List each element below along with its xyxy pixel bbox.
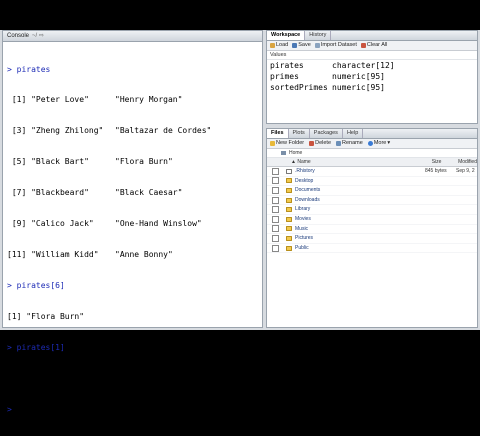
chevron-down-icon: ▾	[387, 140, 391, 146]
console-command: > pirates[1]	[7, 342, 65, 352]
console-output-row: [1] "Peter Love" "Henry Morgan"	[7, 95, 183, 105]
file-checkbox[interactable]	[272, 167, 279, 175]
file-row[interactable]: Library	[267, 205, 477, 215]
file-name[interactable]: Downloads	[295, 196, 425, 205]
tab-history[interactable]: History	[305, 31, 332, 40]
save-icon	[292, 43, 298, 48]
delete-icon	[309, 141, 315, 146]
file-size: 845 bytes	[425, 168, 447, 174]
files-pane: Files Plots Packages Help New Folder Del…	[266, 128, 478, 328]
workspace-toolbar: Load Save Import Dataset Clear All	[267, 41, 477, 51]
rename-button[interactable]: Rename	[336, 139, 363, 148]
clear-all-button[interactable]: Clear All	[360, 41, 387, 50]
file-checkbox[interactable]	[272, 244, 279, 252]
text-cursor	[13, 404, 15, 414]
tab-packages[interactable]: Packages	[310, 129, 343, 138]
console-output-row: [3] "Zheng Zhilong" "Baltazar de Cordes"	[7, 126, 212, 136]
file-checkbox[interactable]	[272, 215, 279, 223]
home-icon	[281, 151, 286, 155]
file-name[interactable]: Library	[295, 205, 425, 214]
document-icon	[286, 168, 292, 174]
gear-icon	[367, 141, 373, 146]
column-size[interactable]: Size	[432, 158, 458, 166]
console-command: > pirates	[7, 64, 51, 74]
console-output-row: [5] "Black Bart" "Flora Burn"	[7, 157, 173, 167]
column-name[interactable]: ▲ Name	[267, 158, 432, 166]
rstudio-window: Console ~/ ⇨ > pirates [1] "Peter Love" "…	[0, 30, 480, 414]
tab-help[interactable]: Help	[343, 129, 364, 138]
file-name[interactable]: Music	[295, 225, 425, 234]
load-icon	[270, 43, 275, 48]
file-name[interactable]: Desktop	[295, 177, 425, 186]
console-title: Console	[7, 33, 30, 39]
file-checkbox[interactable]	[272, 196, 279, 204]
console-output-line: [1] "Flora Burn"	[7, 311, 85, 321]
folder-icon	[286, 226, 292, 232]
values-section-label: Values	[267, 51, 477, 60]
folder-icon	[286, 187, 292, 193]
folder-icon	[286, 207, 292, 213]
console-output[interactable]: > pirates [1] "Peter Love" "Henry Morgan"…	[3, 42, 262, 436]
file-row[interactable]: Movies	[267, 215, 477, 225]
files-tabs: Files Plots Packages Help	[267, 129, 477, 139]
file-row[interactable]: Downloads	[267, 196, 477, 206]
file-checkbox[interactable]	[272, 225, 279, 233]
console-output-row: [9] "Calico Jack" "One-Hand Winslow"	[7, 219, 202, 229]
console-prompt-line[interactable]: >	[7, 404, 262, 415]
console-output-row: [7] "Blackbeard" "Black Caesar"	[7, 188, 183, 198]
breadcrumb: Home	[267, 149, 477, 158]
folder-icon	[286, 216, 292, 222]
workspace-pane: Workspace History Load Save Import Datas…	[266, 30, 478, 124]
tab-plots[interactable]: Plots	[289, 129, 310, 138]
variable-row[interactable]: primes numeric[95]	[267, 71, 477, 82]
variable-row[interactable]: pirates character[12]	[267, 60, 477, 71]
file-name[interactable]: Documents	[295, 186, 425, 195]
variable-row[interactable]: sortedPrimes numeric[95]	[267, 82, 477, 93]
console-pane[interactable]: Console ~/ ⇨ > pirates [1] "Peter Love" "…	[2, 30, 263, 414]
tab-files[interactable]: Files	[267, 129, 289, 138]
column-modified[interactable]: Modified	[458, 158, 477, 166]
file-row[interactable]: Documents	[267, 186, 477, 196]
file-list-header: ▲ Name Size Modified	[267, 158, 477, 167]
file-row[interactable]: Music	[267, 225, 477, 235]
console-output-row: [11] "William Kidd" "Anne Bonny"	[7, 249, 173, 259]
file-row[interactable]: Desktop	[267, 177, 477, 187]
file-name[interactable]: Movies	[295, 215, 425, 224]
import-icon	[314, 43, 320, 48]
breadcrumb-home[interactable]: Home	[289, 149, 302, 157]
console-output-line: [1] "Peter Love"	[7, 373, 85, 383]
console-command: > pirates[6]	[7, 280, 65, 290]
import-dataset-button[interactable]: Import Dataset	[314, 41, 357, 50]
console-path[interactable]: ~/ ⇨	[32, 31, 44, 41]
new-folder-button[interactable]: New Folder	[270, 139, 304, 148]
file-row[interactable]: .Rhistory 845 bytes Sep 9, 2	[267, 167, 477, 177]
file-row[interactable]: Pictures	[267, 234, 477, 244]
more-button[interactable]: More ▾	[367, 139, 391, 148]
clear-icon	[360, 43, 366, 48]
workspace-tabs: Workspace History	[267, 31, 477, 41]
folder-icon	[286, 197, 292, 203]
new-folder-icon	[270, 141, 275, 146]
file-checkbox[interactable]	[272, 234, 279, 242]
files-toolbar: New Folder Delete Rename More ▾	[267, 139, 477, 149]
file-row[interactable]: Public	[267, 244, 477, 254]
tab-workspace[interactable]: Workspace	[267, 31, 306, 40]
rename-icon	[336, 141, 342, 146]
folder-icon	[286, 245, 292, 251]
delete-button[interactable]: Delete	[309, 139, 331, 148]
file-list: .Rhistory 845 bytes Sep 9, 2 Desktop Documen…	[267, 167, 477, 254]
file-checkbox[interactable]	[272, 186, 279, 194]
file-name[interactable]: Public	[295, 244, 425, 253]
file-modified: Sep 9, 2	[456, 168, 475, 174]
console-prompt: >	[7, 405, 12, 415]
file-checkbox[interactable]	[272, 177, 279, 185]
console-header: Console ~/ ⇨	[3, 31, 262, 42]
folder-icon	[286, 235, 292, 241]
file-checkbox[interactable]	[272, 206, 279, 214]
load-button[interactable]: Load	[270, 41, 288, 50]
folder-icon	[286, 178, 292, 184]
save-button[interactable]: Save	[292, 41, 311, 50]
file-name[interactable]: .Rhistory	[295, 167, 425, 176]
file-name[interactable]: Pictures	[295, 234, 425, 243]
